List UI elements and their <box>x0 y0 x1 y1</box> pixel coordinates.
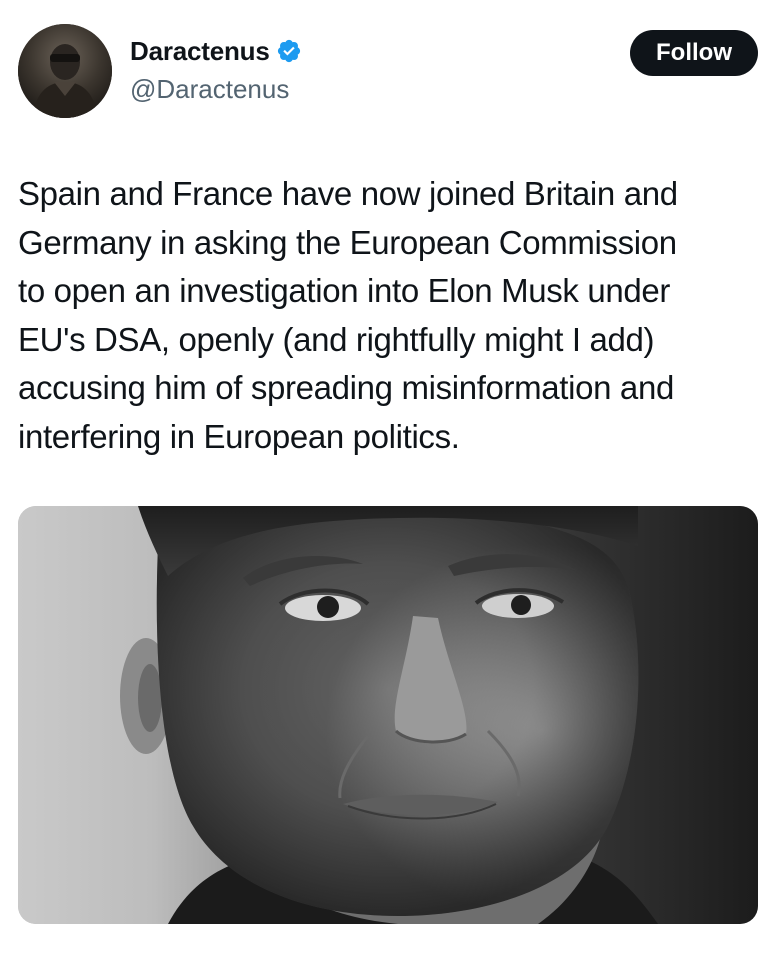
author-avatar[interactable] <box>18 24 112 118</box>
avatar-image <box>18 24 112 118</box>
tweet-text: Spain and France have now joined Britain… <box>18 175 678 455</box>
verified-badge-icon <box>276 38 302 64</box>
display-name-row: Daractenus <box>130 34 302 68</box>
author-names: Daractenus @Daractenus <box>130 34 302 105</box>
tweet-media-photo[interactable] <box>18 506 758 924</box>
tweet-header: Daractenus @Daractenus Follow <box>18 24 758 120</box>
follow-button[interactable]: Follow <box>630 30 758 76</box>
author-handle[interactable]: @Daractenus <box>130 74 302 105</box>
portrait-photo <box>18 506 758 924</box>
display-name[interactable]: Daractenus <box>130 36 270 67</box>
